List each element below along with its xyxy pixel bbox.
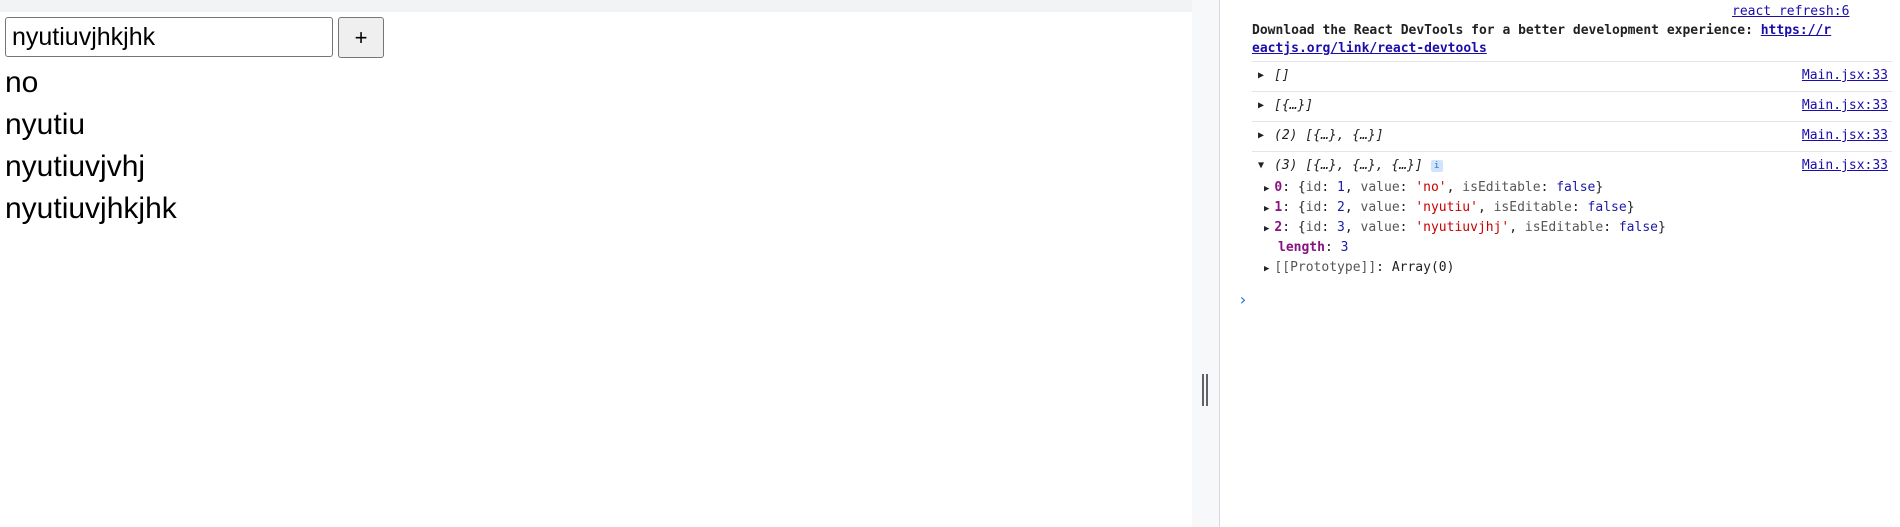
expand-arrow-icon[interactable]: ▶ bbox=[1264, 204, 1269, 214]
viewport-top-strip bbox=[0, 0, 1219, 12]
devtools-message-text: Download the React DevTools for a better… bbox=[1252, 23, 1761, 38]
todo-list: no nyutiu nyutiuvjvhj nyutiuvjhkjhk bbox=[5, 62, 177, 230]
todo-item: nyutiu bbox=[5, 108, 86, 141]
info-icon[interactable]: i bbox=[1430, 160, 1443, 172]
array-entry[interactable]: ▶ 1: {id: 2, value: 'nyutiu', isEditable:… bbox=[1264, 198, 1635, 218]
expand-arrow-icon[interactable]: ▶ bbox=[1264, 264, 1269, 274]
source-link[interactable]: Main.jsx:33 bbox=[1802, 68, 1888, 83]
prototype-entry[interactable]: ▶ [[Prototype]]: Array(0) bbox=[1264, 258, 1454, 278]
collapse-arrow-icon[interactable]: ▼ bbox=[1258, 160, 1264, 171]
devtools-link[interactable]: https://r bbox=[1761, 23, 1831, 38]
length-entry: length: 3 bbox=[1278, 240, 1349, 255]
array-entry[interactable]: ▶ 2: {id: 3, value: 'nyutiuvjhj', isEdita… bbox=[1264, 218, 1666, 238]
source-link[interactable]: Main.jsx:33 bbox=[1802, 98, 1888, 113]
console-log-row[interactable]: ▶ (2) [{…}, {…}] Main.jsx:33 bbox=[1252, 121, 1892, 152]
expand-arrow-icon[interactable]: ▶ bbox=[1258, 100, 1264, 111]
add-todo-button[interactable]: + bbox=[338, 17, 384, 58]
source-link[interactable]: Main.jsx:33 bbox=[1802, 158, 1888, 173]
expand-arrow-icon[interactable]: ▶ bbox=[1258, 70, 1264, 81]
viewport-gutter bbox=[1192, 0, 1219, 527]
splitter-handle[interactable] bbox=[1202, 374, 1208, 406]
log-preview[interactable]: (3) [{…}, {…}, {…}] i bbox=[1274, 158, 1443, 173]
array-entry[interactable]: ▶ 0: {id: 1, value: 'no', isEditable: fal… bbox=[1264, 178, 1603, 198]
source-link-react-refresh[interactable]: react refresh:6 bbox=[1732, 4, 1849, 19]
devtools-message: Download the React DevTools for a better… bbox=[1252, 22, 1892, 58]
console-log-row[interactable]: ▶ [] Main.jsx:33 bbox=[1252, 61, 1892, 92]
todo-item: no bbox=[5, 66, 39, 99]
log-preview[interactable]: [{…}] bbox=[1274, 98, 1313, 113]
expand-arrow-icon[interactable]: ▶ bbox=[1264, 184, 1269, 194]
log-preview[interactable]: [] bbox=[1274, 68, 1290, 83]
page-viewport bbox=[0, 12, 1192, 527]
log-preview[interactable]: (2) [{…}, {…}] bbox=[1274, 128, 1384, 143]
source-link[interactable]: Main.jsx:33 bbox=[1802, 128, 1888, 143]
console-prompt-icon[interactable]: › bbox=[1238, 290, 1248, 309]
todo-item: nyutiuvjvhj bbox=[5, 150, 146, 183]
todo-input[interactable] bbox=[5, 17, 333, 57]
expand-arrow-icon[interactable]: ▶ bbox=[1264, 224, 1269, 234]
expand-arrow-icon[interactable]: ▶ bbox=[1258, 130, 1264, 141]
console-log-row[interactable]: ▶ [{…}] Main.jsx:33 bbox=[1252, 91, 1892, 122]
devtools-link-continued[interactable]: eactjs.org/link/react-devtools bbox=[1252, 41, 1487, 56]
todo-item: nyutiuvjhkjhk bbox=[5, 192, 177, 225]
